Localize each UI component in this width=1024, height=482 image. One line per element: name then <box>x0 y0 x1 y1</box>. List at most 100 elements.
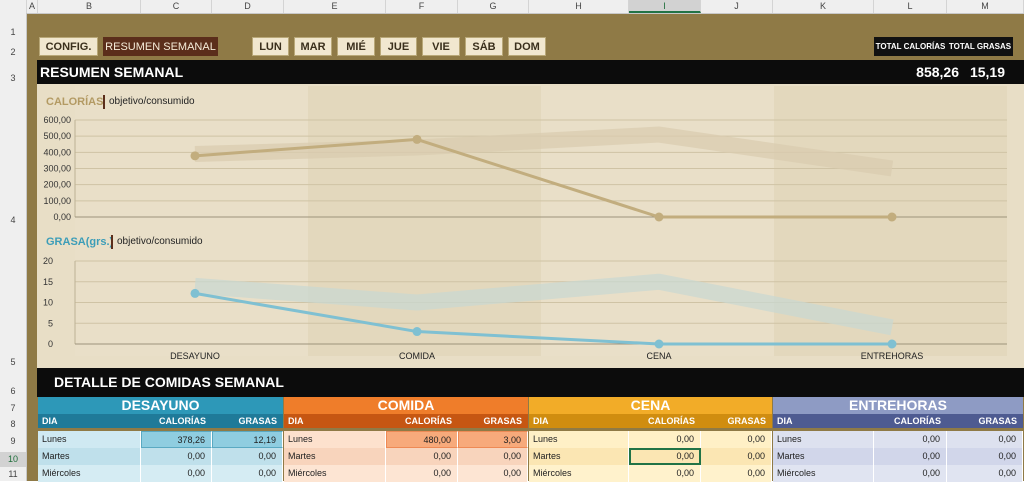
detail-title-bar: DETALLE DE COMIDAS SEMANAL <box>37 368 1024 397</box>
comida-header-dia: DIA <box>284 414 386 428</box>
comida-grasas-cell[interactable]: 0,00 <box>458 448 528 465</box>
comida-table-title: COMIDA <box>284 397 528 414</box>
row-header-1[interactable]: 1 <box>0 27 26 37</box>
y-tick-label: 10 <box>43 298 53 308</box>
desayuno-grasas-cell[interactable]: 0,00 <box>212 465 283 482</box>
grasa-chart-subtitle: objetivo/consumido <box>117 236 203 247</box>
entrehoras-header-grasas: GRASAS <box>947 414 1023 428</box>
row-header-5[interactable]: 5 <box>0 357 26 367</box>
column-header-h[interactable]: H <box>529 0 629 13</box>
comida-calorias-cell[interactable]: 0,00 <box>386 448 458 465</box>
entrehoras-header-calorias: CALORÍAS <box>874 414 947 428</box>
column-header-k[interactable]: K <box>773 0 874 13</box>
row-header-6[interactable]: 6 <box>0 386 26 396</box>
row-header-9[interactable]: 9 <box>0 436 26 446</box>
entrehoras-grasas-cell[interactable]: 0,00 <box>947 431 1023 448</box>
desayuno-header-calorias: CALORÍAS <box>141 414 212 428</box>
chart-band-shade <box>308 86 541 356</box>
x-category-label: ENTREHORAS <box>861 351 924 361</box>
resumen-semanal-button[interactable]: RESUMEN SEMANAL <box>103 37 218 56</box>
y-tick-label: 200,00 <box>43 180 71 190</box>
column-header-l[interactable]: L <box>874 0 947 13</box>
column-header-f[interactable]: F <box>386 0 458 13</box>
cena-day-label: Miércoles <box>529 465 629 482</box>
column-header-b[interactable]: B <box>38 0 141 13</box>
consumed-point <box>654 339 664 349</box>
cena-grasas-cell[interactable]: 0,00 <box>701 431 772 448</box>
config-button[interactable]: CONFIG. <box>39 37 98 56</box>
column-header-i[interactable]: I <box>629 0 701 13</box>
entrehoras-grasas-cell[interactable]: 0,00 <box>947 465 1023 482</box>
day-button-mie[interactable]: MIÉ <box>337 37 375 56</box>
row-header-4[interactable]: 4 <box>0 215 26 225</box>
consumed-point <box>412 134 422 144</box>
column-header-e[interactable]: E <box>284 0 386 13</box>
comida-header-grasas: GRASAS <box>458 414 528 428</box>
entrehoras-calorias-cell[interactable]: 0,00 <box>874 465 947 482</box>
entrehoras-day-label: Lunes <box>773 431 874 448</box>
x-category-label: COMIDA <box>399 351 435 361</box>
select-all-corner[interactable] <box>0 0 27 13</box>
row-header-3[interactable]: 3 <box>0 73 26 83</box>
x-category-label: DESAYUNO <box>170 351 220 361</box>
comida-grasas-cell[interactable]: 3,00 <box>458 431 528 448</box>
day-button-jue[interactable]: JUE <box>380 37 417 56</box>
column-header-g[interactable]: G <box>458 0 529 13</box>
cena-day-label: Martes <box>529 448 629 465</box>
comida-day-label: Lunes <box>284 431 386 448</box>
desayuno-day-label: Lunes <box>38 431 141 448</box>
comida-calorias-cell[interactable]: 480,00 <box>386 431 458 448</box>
chart-band <box>75 86 308 356</box>
y-tick-label: 0,00 <box>53 212 71 222</box>
total-grasas-value: 15,19 <box>969 64 1005 80</box>
entrehoras-calorias-cell[interactable]: 0,00 <box>874 448 947 465</box>
entrehoras-grasas-cell[interactable]: 0,00 <box>947 448 1023 465</box>
comida-header-calorias: CALORÍAS <box>386 414 458 428</box>
column-header-j[interactable]: J <box>701 0 773 13</box>
summary-title: RESUMEN SEMANAL <box>40 64 184 80</box>
entrehoras-calorias-cell[interactable]: 0,00 <box>874 431 947 448</box>
day-button-dom[interactable]: DOM <box>508 37 546 56</box>
day-button-mar[interactable]: MAR <box>294 37 332 56</box>
column-header-a[interactable]: A <box>27 0 38 13</box>
day-button-lun[interactable]: LUN <box>252 37 289 56</box>
row-header-10[interactable]: 10 <box>0 452 26 467</box>
cena-calorias-cell[interactable]: 0,00 <box>629 465 701 482</box>
row-header-7[interactable]: 7 <box>0 403 26 413</box>
row-header-11[interactable]: 11 <box>0 469 26 479</box>
cena-grasas-cell[interactable]: 0,00 <box>701 448 772 465</box>
column-header-d[interactable]: D <box>212 0 284 13</box>
comida-day-label: Martes <box>284 448 386 465</box>
grasa-chart-title: GRASA(grs.) <box>46 236 114 248</box>
summary-title-bar: RESUMEN SEMANAL 858,26 15,19 <box>37 60 1024 84</box>
entrehoras-day-label: Miércoles <box>773 465 874 482</box>
desayuno-grasas-cell[interactable]: 12,19 <box>212 431 283 448</box>
row-header-2[interactable]: 2 <box>0 47 26 57</box>
cena-calorias-cell[interactable]: 0,00 <box>629 431 701 448</box>
comida-day-label: Miércoles <box>284 465 386 482</box>
total-grasas-label: TOTAL GRASAS <box>947 37 1013 56</box>
y-tick-label: 400,00 <box>43 147 71 157</box>
comida-calorias-cell[interactable]: 0,00 <box>386 465 458 482</box>
day-button-sab[interactable]: SÁB <box>465 37 503 56</box>
cena-header-grasas: GRASAS <box>701 414 772 428</box>
column-header-c[interactable]: C <box>141 0 212 13</box>
comida-grasas-cell[interactable]: 0,00 <box>458 465 528 482</box>
desayuno-grasas-cell[interactable]: 0,00 <box>212 448 283 465</box>
desayuno-calorias-cell[interactable]: 0,00 <box>141 448 212 465</box>
y-tick-label: 500,00 <box>43 131 71 141</box>
desayuno-calorias-cell[interactable]: 378,26 <box>141 431 212 448</box>
consumed-point <box>887 212 897 222</box>
day-button-vie[interactable]: VIE <box>422 37 460 56</box>
row-header-bar: 1 2 3 4 5 6 7 8 9 10 11 <box>0 13 27 481</box>
column-header-m[interactable]: M <box>947 0 1024 13</box>
calorias-chart-title: CALORÍAS <box>46 96 104 108</box>
consumed-point <box>412 327 422 337</box>
charts-svg: 0,00 100,00 200,00 300,00 400,00 500,00 600,00… <box>43 86 1007 361</box>
row-header-8[interactable]: 8 <box>0 419 26 429</box>
cena-calorias-cell[interactable]: 0,00 <box>629 448 701 465</box>
desayuno-calorias-cell[interactable]: 0,00 <box>141 465 212 482</box>
desayuno-day-label: Martes <box>38 448 141 465</box>
entrehoras-table-title: ENTREHORAS <box>773 397 1023 414</box>
cena-grasas-cell[interactable]: 0,00 <box>701 465 772 482</box>
